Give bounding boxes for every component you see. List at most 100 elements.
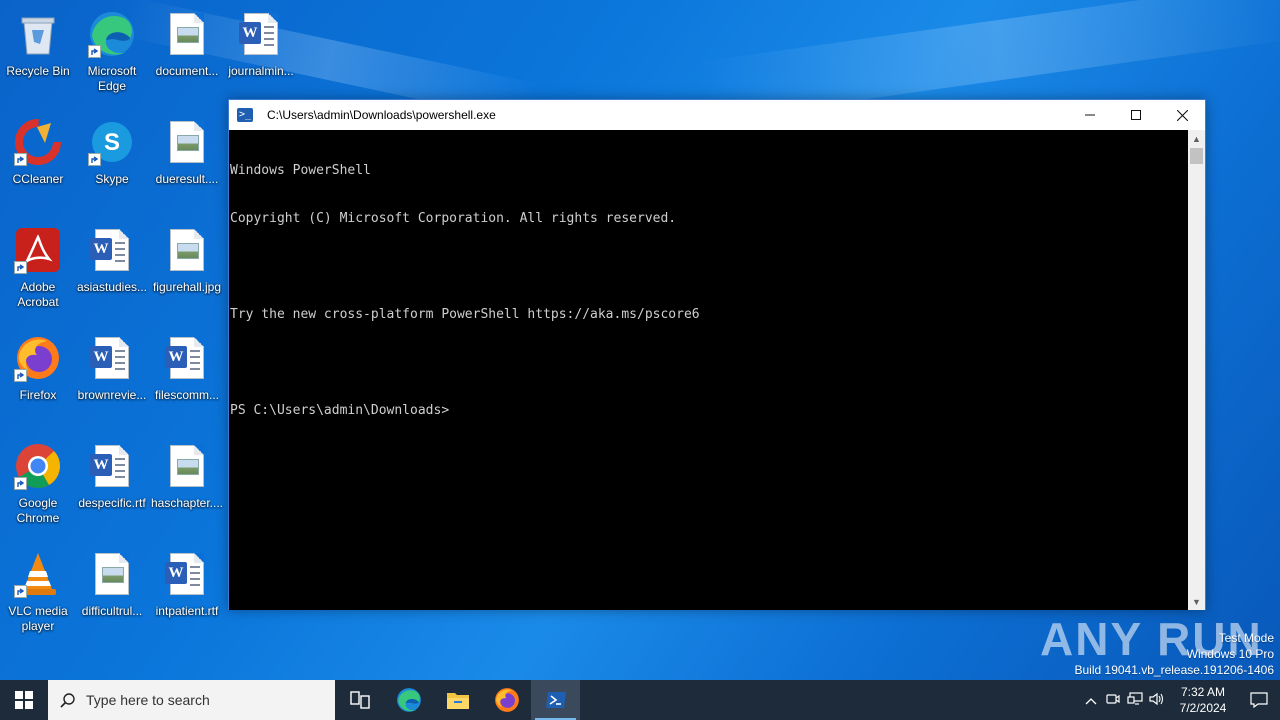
word-document-icon: W <box>163 334 211 382</box>
notifications-button[interactable] <box>1238 680 1280 720</box>
desktop-icon-label: Recycle Bin <box>6 64 70 78</box>
desktop-icon-label: VLC media player <box>8 604 68 633</box>
desktop-icon-figurehall[interactable]: figurehall.jpg <box>149 222 225 322</box>
meet-now-button[interactable] <box>1102 692 1124 709</box>
image-file-icon <box>163 442 211 490</box>
clock-date: 7/2/2024 <box>1179 701 1227 715</box>
window-titlebar[interactable]: >_ C:\Users\admin\Downloads\powershell.e… <box>229 100 1205 130</box>
search-placeholder: Type here to search <box>86 692 210 708</box>
google-chrome-icon <box>14 442 62 490</box>
microsoft-edge-icon <box>88 10 136 58</box>
meet-now-icon <box>1106 693 1120 704</box>
image-file-icon <box>163 226 211 274</box>
taskbar-powershell-button[interactable] <box>531 680 580 720</box>
taskbar-search-box[interactable]: Type here to search <box>48 680 335 720</box>
desktop-icon-label: filescomm... <box>154 388 219 402</box>
desktop-icon-intpatient[interactable]: W intpatient.rtf <box>149 546 225 646</box>
taskbar: Type here to search 7:32 AM 7/2/2024 <box>0 680 1280 720</box>
powershell-icon: >_ <box>237 108 253 122</box>
console-output[interactable]: Windows PowerShell Copyright (C) Microso… <box>229 130 1189 610</box>
desktop-icon-adobe-acrobat[interactable]: Adobe Acrobat <box>0 222 76 322</box>
ccleaner-icon <box>14 118 62 166</box>
task-view-button[interactable] <box>335 680 384 720</box>
watermark-edition: Windows 10 Pro <box>1186 647 1274 661</box>
desktop-icon-dueresult[interactable]: dueresult.... <box>149 114 225 214</box>
shortcut-arrow-icon <box>14 585 27 598</box>
task-view-icon <box>349 691 370 709</box>
desktop-icon-firefox[interactable]: Firefox <box>0 330 76 430</box>
shortcut-arrow-icon <box>88 45 101 58</box>
taskbar-edge-button[interactable] <box>384 680 433 720</box>
shortcut-arrow-icon <box>14 261 27 274</box>
shortcut-arrow-icon <box>14 477 27 490</box>
desktop-icon-ccleaner[interactable]: CCleaner <box>0 114 76 214</box>
shortcut-arrow-icon <box>14 369 27 382</box>
close-icon <box>1176 109 1188 121</box>
notification-icon <box>1250 692 1268 708</box>
console-prompt[interactable]: PS C:\Users\admin\Downloads> <box>230 403 1189 419</box>
console-line: Windows PowerShell <box>230 163 371 178</box>
console-scrollbar[interactable]: ▲ ▼ <box>1188 130 1205 610</box>
desktop-icon-label: Microsoft Edge <box>87 64 137 93</box>
desktop-icon-difficultrul[interactable]: difficultrul... <box>74 546 150 646</box>
scroll-up-button[interactable]: ▲ <box>1188 130 1205 147</box>
vlc-cone-icon <box>14 550 62 598</box>
word-document-icon: W <box>163 550 211 598</box>
start-button[interactable] <box>0 680 48 720</box>
desktop-icon-microsoft-edge[interactable]: Microsoft Edge <box>74 6 150 106</box>
desktop-icon-label: haschapter.... <box>150 496 224 510</box>
scroll-down-button[interactable]: ▼ <box>1188 593 1205 610</box>
desktop-icon-label: Google Chrome <box>16 496 60 525</box>
desktop-icon-label: Skype <box>95 172 129 186</box>
close-button[interactable] <box>1159 100 1205 130</box>
desktop-icon-brownrevie[interactable]: W brownrevie... <box>74 330 150 430</box>
network-button[interactable] <box>1124 691 1146 709</box>
desktop-icon-journalmin[interactable]: W journalmin... <box>223 6 299 106</box>
desktop-icon-label: journalmin... <box>228 64 294 78</box>
chevron-up-icon <box>1085 697 1097 704</box>
word-document-icon: W <box>88 226 136 274</box>
taskbar-file-explorer-button[interactable] <box>433 680 482 720</box>
taskbar-firefox-button[interactable] <box>482 680 531 720</box>
desktop-icon-document[interactable]: document... <box>149 6 225 106</box>
desktop-icon-label: intpatient.rtf <box>155 604 219 618</box>
desktop-icon-google-chrome[interactable]: Google Chrome <box>0 438 76 538</box>
desktop-icon-label: difficultrul... <box>81 604 143 618</box>
minimize-icon <box>1085 114 1095 116</box>
powershell-window[interactable]: >_ C:\Users\admin\Downloads\powershell.e… <box>228 99 1206 610</box>
watermark-build: Build 19041.vb_release.191206-1406 <box>1074 663 1275 677</box>
taskbar-clock[interactable]: 7:32 AM 7/2/2024 <box>1168 684 1238 716</box>
shortcut-arrow-icon <box>14 153 27 166</box>
windows-watermark: Test Mode Windows 10 Pro Build 19041.vb_… <box>1075 630 1275 678</box>
desktop-icon-asiastudies[interactable]: W asiastudies... <box>74 222 150 322</box>
word-document-icon: W <box>88 442 136 490</box>
firefox-icon <box>14 334 62 382</box>
skype-icon: S <box>88 118 136 166</box>
desktop-icon-skype[interactable]: S Skype <box>74 114 150 214</box>
microsoft-edge-icon <box>396 688 421 712</box>
desktop-icon-despecific[interactable]: W despecific.rtf <box>74 438 150 538</box>
scroll-thumb[interactable] <box>1190 148 1203 164</box>
image-file-icon <box>88 550 136 598</box>
speaker-icon <box>1149 692 1164 705</box>
windows-logo-icon <box>15 691 33 709</box>
desktop-icon-label: Adobe Acrobat <box>17 280 59 309</box>
desktop-icon-label: document... <box>155 64 219 78</box>
window-title: C:\Users\admin\Downloads\powershell.exe <box>267 108 496 122</box>
word-document-icon: W <box>237 10 285 58</box>
desktop-icon-filescomm[interactable]: W filescomm... <box>149 330 225 430</box>
image-file-icon <box>163 118 211 166</box>
image-file-icon <box>163 10 211 58</box>
desktop-icon-vlc-media-player[interactable]: VLC media player <box>0 546 76 646</box>
maximize-button[interactable] <box>1113 100 1159 130</box>
volume-button[interactable] <box>1146 692 1168 709</box>
desktop-icon-recycle-bin[interactable]: Recycle Bin <box>0 6 76 106</box>
show-hidden-icons-button[interactable] <box>1080 693 1102 708</box>
minimize-button[interactable] <box>1067 100 1113 130</box>
desktop-icon-haschapter[interactable]: haschapter.... <box>149 438 225 538</box>
recycle-bin-icon <box>14 10 62 58</box>
powershell-icon <box>545 692 566 708</box>
desktop-icon-label: asiastudies... <box>76 280 148 294</box>
